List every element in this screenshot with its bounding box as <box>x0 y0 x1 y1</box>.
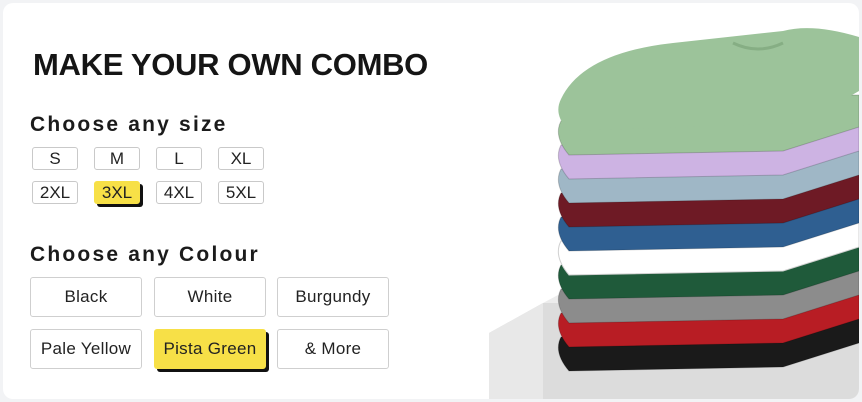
size-section-label: Choose any size <box>30 113 228 136</box>
size-option-2xl[interactable]: 2XL <box>32 181 78 204</box>
size-option-xl[interactable]: XL <box>218 147 264 170</box>
page-title: MAKE YOUR OWN COMBO <box>33 47 428 82</box>
size-option-3xl[interactable]: 3XL <box>94 181 140 204</box>
tshirt-stack-image <box>489 28 859 399</box>
colour-option-white[interactable]: White <box>154 277 266 317</box>
top-shirt <box>558 28 859 131</box>
colour-option-pista-green[interactable]: Pista Green <box>154 329 266 369</box>
size-option-l[interactable]: L <box>156 147 202 170</box>
colour-section-label: Choose any Colour <box>30 243 260 266</box>
colour-option-more[interactable]: & More <box>277 329 389 369</box>
size-option-s[interactable]: S <box>32 147 78 170</box>
size-option-m[interactable]: M <box>94 147 140 170</box>
size-option-4xl[interactable]: 4XL <box>156 181 202 204</box>
colour-option-pale-yellow[interactable]: Pale Yellow <box>30 329 142 369</box>
colour-option-burgundy[interactable]: Burgundy <box>277 277 389 317</box>
combo-card: MAKE YOUR OWN COMBO Choose any size S M … <box>3 3 859 399</box>
colour-option-black[interactable]: Black <box>30 277 142 317</box>
size-option-5xl[interactable]: 5XL <box>218 181 264 204</box>
